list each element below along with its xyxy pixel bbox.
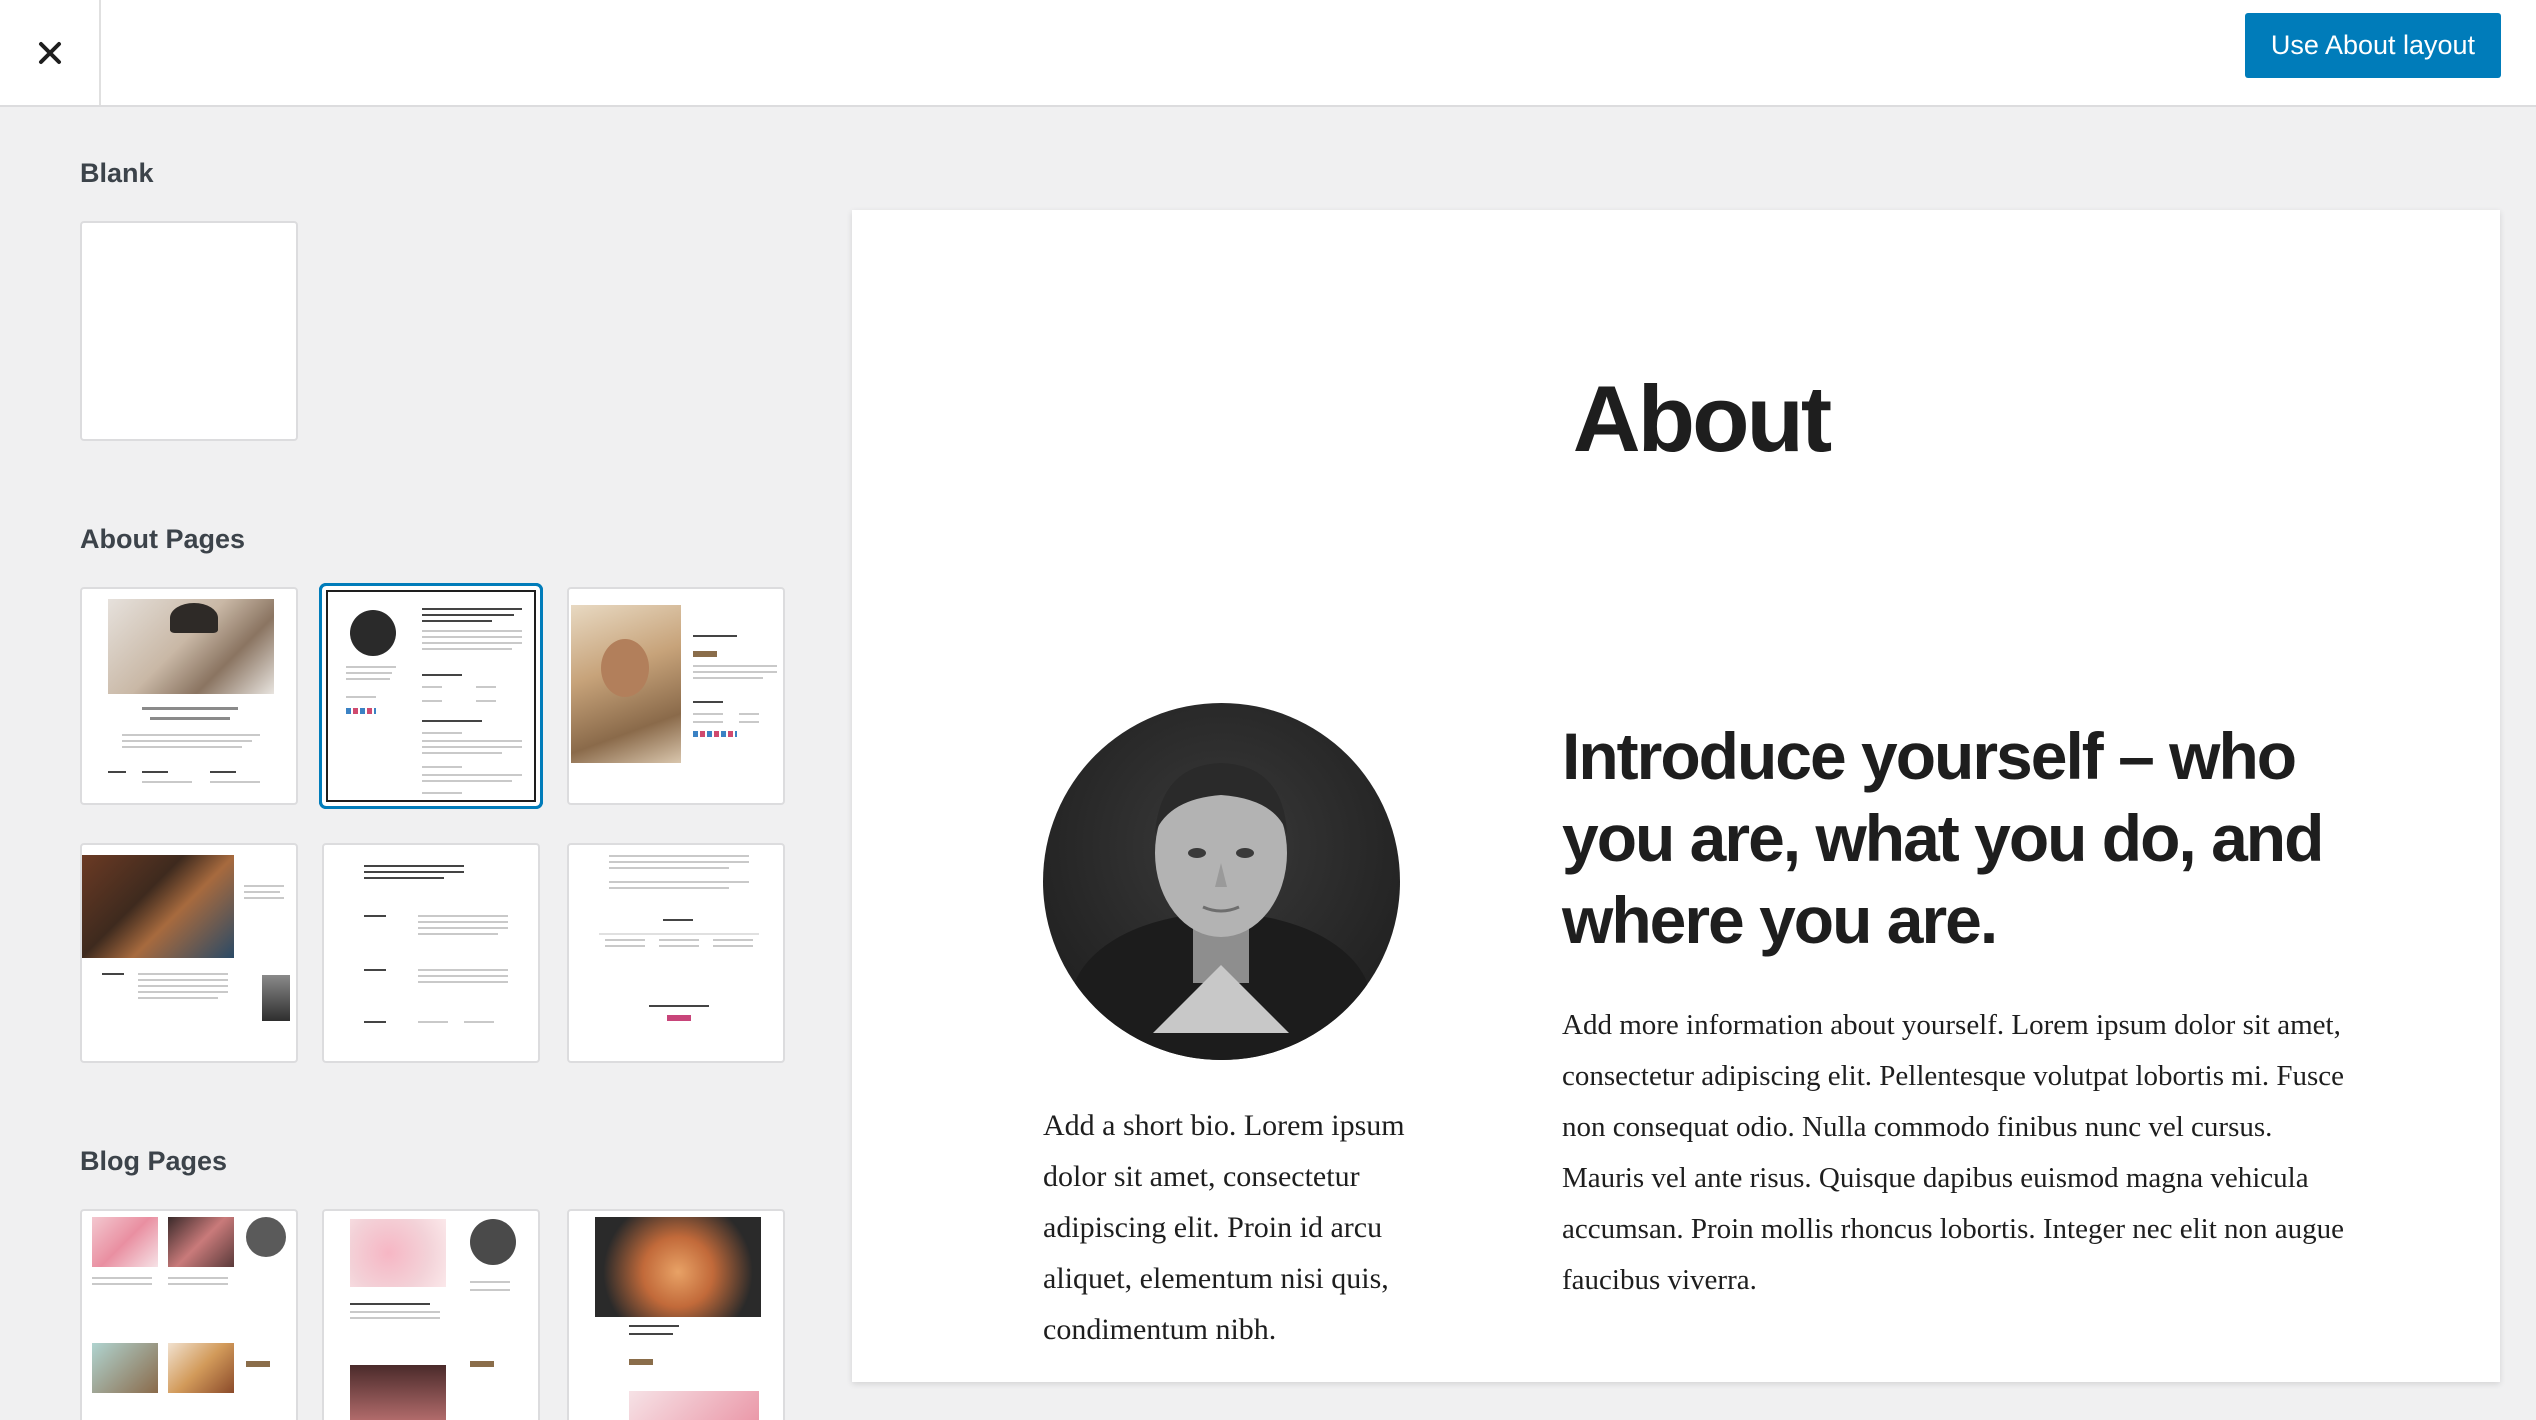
thumbnail-photo (595, 1217, 761, 1317)
thumbnail-avatar (470, 1219, 516, 1265)
close-icon (38, 41, 61, 64)
layout-thumb-blog-1[interactable] (80, 1209, 298, 1420)
thumbnail-photo-subject (170, 603, 218, 633)
profile-photo (1043, 703, 1400, 1060)
layout-thumb-about-2[interactable] (319, 583, 543, 809)
top-bar: Use About layout (0, 0, 2536, 107)
thumbnail-photo (629, 1391, 759, 1420)
thumbnail-photo (82, 855, 234, 958)
close-button[interactable] (0, 0, 101, 105)
layout-thumb-blog-2[interactable] (322, 1209, 540, 1420)
short-bio: Add a short bio. Lorem ipsum dolor sit a… (1043, 1109, 1405, 1346)
layout-preview: About Add a short bio. Lorem ipsum dolor… (852, 210, 2500, 1382)
portrait-illustration (1071, 763, 1371, 1060)
layout-thumb-about-5[interactable] (322, 843, 540, 1063)
thumbnail-photo (92, 1217, 158, 1267)
section-title-blog: Blog Pages (80, 1146, 228, 1176)
thumbnail-avatar (350, 610, 396, 656)
more-info-text: Add more information about yourself. Lor… (1562, 1009, 2345, 1296)
layout-thumb-about-4[interactable] (80, 843, 298, 1063)
intro-heading: Introduce yourself – who you are, what y… (1562, 719, 2324, 957)
thumbnail-photo (168, 1343, 234, 1393)
thumbnail-photo (350, 1219, 446, 1287)
thumbnail-social-icons (693, 731, 737, 737)
thumbnail-photo-subject (601, 639, 649, 697)
layout-thumb-about-6[interactable] (567, 843, 785, 1063)
use-layout-button[interactable]: Use About layout (2245, 13, 2501, 78)
layout-thumb-blog-3[interactable] (567, 1209, 785, 1420)
layout-thumb-about-3[interactable] (567, 587, 785, 805)
layout-thumb-about-1[interactable] (80, 587, 298, 805)
thumbnail-button (667, 1015, 691, 1021)
section-title-blank: Blank (80, 158, 154, 188)
layout-thumb-blank[interactable] (80, 221, 298, 441)
thumbnail-avatar (246, 1217, 286, 1257)
thumbnail-photo (262, 975, 290, 1021)
thumbnail-photo (350, 1365, 446, 1420)
section-title-about: About Pages (80, 524, 246, 554)
thumbnail-photo (168, 1217, 234, 1267)
thumbnail-social-icons (346, 708, 376, 714)
thumbnail-photo (92, 1343, 158, 1393)
page-title: About (1572, 366, 1832, 471)
